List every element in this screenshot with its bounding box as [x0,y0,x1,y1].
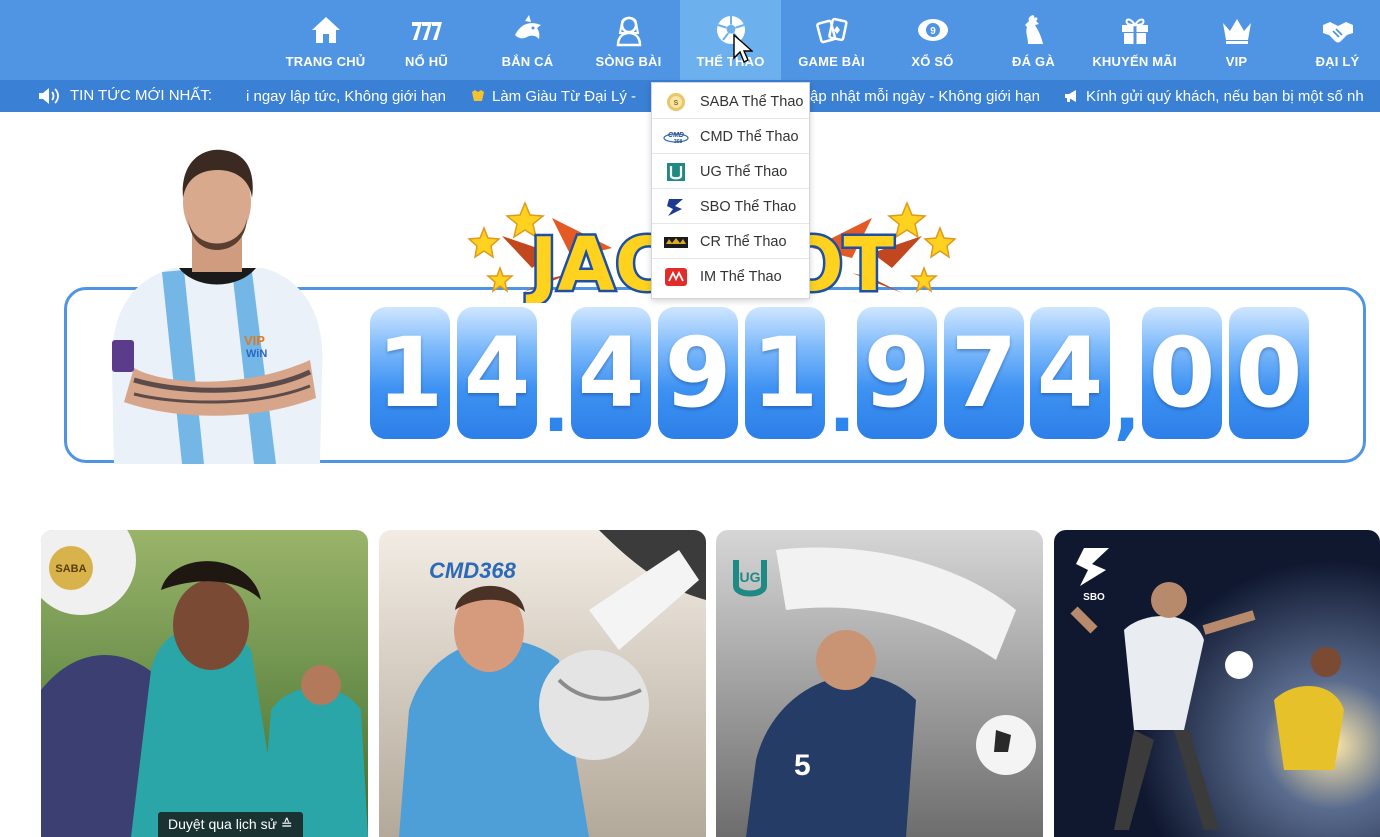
jackpot-separator: , [1113,366,1141,448]
mouse-cursor-icon [733,34,753,63]
dropdown-item-cr[interactable]: CR Thể Thao [652,225,809,259]
nav-label: SÒNG BÀI [595,54,662,69]
news-title: TIN TỨC MỚI NHẤT: [70,87,213,104]
nav-item-ban-ca[interactable]: BẮN CÁ [477,0,578,80]
card-sbo-image: SBO [1054,530,1380,837]
jackpot-digit: 9 [857,307,937,439]
dropdown-item-saba[interactable]: S SABA Thể Thao [652,85,809,119]
app-root: TRANG CHỦ NỔ HŨ BẮN CÁ SÒNG BÀI THỂ THAO… [0,0,1380,837]
nav-label: THỂ THAO [696,54,765,69]
dropdown-item-label: CMD Thể Thao [700,129,799,145]
nav-label: BẮN CÁ [501,54,554,69]
history-tooltip[interactable]: Duyệt qua lịch sử ≙ [158,812,303,837]
saba-logo-icon: S [667,93,685,111]
sports-dropdown-menu: S SABA Thể Thao CMD 368 CMD Thể Thao UG … [651,82,810,299]
ug-logo-icon [667,163,685,181]
jackpot-digit: 4 [571,307,651,439]
dropdown-item-ug[interactable]: UG Thể Thao [652,155,809,189]
nav-label: ĐÁ GÀ [1012,54,1055,69]
jackpot-digit: 9 [658,307,738,439]
card-ug-sports[interactable]: 5 UG [716,530,1043,837]
shark-icon [514,15,541,39]
dropdown-item-label: UG Thể Thao [700,164,788,180]
nav-item-trang-chu[interactable]: TRANG CHỦ [275,0,376,80]
svg-text:CMD: CMD [668,132,684,139]
news-header: TIN TỨC MỚI NHẤT: [0,80,238,112]
nav-label: TRANG CHỦ [285,54,366,69]
jackpot-separator: . [542,366,570,448]
nav-item-dai-ly[interactable]: ĐẠI LÝ [1287,0,1380,80]
card-logo: CMD368 [429,558,517,583]
card-logo: UG [740,569,761,585]
card-sbo-sports[interactable]: SBO [1054,530,1380,837]
jackpot-separator: . [828,366,856,448]
nav-item-da-ga[interactable]: ĐÁ GÀ [983,0,1084,80]
crown-icon [1222,19,1251,44]
jackpot-digit: 1 [745,307,825,439]
svg-text:S: S [674,100,679,107]
nav-label: VIP [1225,54,1248,69]
top-navigation: TRANG CHỦ NỔ HŨ BẮN CÁ SÒNG BÀI THỂ THAO… [0,0,1380,80]
player-photo: VIP WiN [111,149,323,464]
jackpot-digit: 4 [1030,307,1110,439]
card-logo: SBO [1083,592,1105,603]
dropdown-item-label: SBO Thể Thao [700,199,797,215]
rooster-icon [1024,15,1043,44]
dropdown-item-label: SABA Thể Thao [700,94,804,110]
speaker-icon [39,88,59,104]
jackpot-digit: 4 [457,307,537,439]
handshake-icon [1322,22,1353,43]
nav-label: NỔ HŨ [405,54,448,69]
sbo-logo-icon [667,199,683,216]
jackpot-digit: 7 [944,307,1024,439]
nav-item-vip[interactable]: VIP [1186,0,1287,80]
news-item[interactable]: i ngay lập tức, Không giới hạn [246,88,446,105]
dropdown-item-im[interactable]: IM Thể Thao [652,260,809,294]
dropdown-item-cmd[interactable]: CMD 368 CMD Thể Thao [652,120,809,154]
megaphone-icon [1065,90,1076,102]
card-ug-image: 5 UG [716,530,1043,837]
card-logo: SABA [55,563,86,575]
jackpot-digit: 0 [1229,307,1309,439]
dropdown-item-sbo[interactable]: SBO Thể Thao [652,190,809,224]
svg-text:WiN: WiN [246,348,267,360]
news-item[interactable]: ập nhật mỗi ngày - Không giới hạn [810,88,1040,105]
dealer-icon [616,16,641,47]
svg-text:9: 9 [930,26,936,37]
nav-label: ĐẠI LÝ [1315,54,1360,69]
nav-label: XỔ SỐ [911,54,954,69]
jackpot-digit: 0 [1142,307,1222,439]
nav-item-khuyen-mai[interactable]: KHUYẾN MÃI [1084,0,1185,80]
crown-sports-logo-icon [664,237,688,248]
card-cmd-image: CMD368 [379,530,706,837]
news-item[interactable]: Làm Giàu Từ Đại Lý - [492,88,636,105]
slot-777-icon [411,22,442,40]
nav-item-game-bai[interactable]: GAME BÀI [781,0,882,80]
nav-item-no-hu[interactable]: NỔ HŨ [376,0,477,80]
gold-bullet-icon [472,90,484,101]
jackpot-counter: 1 4 . 4 9 1 . 9 7 4 , 0 0 [370,307,1330,448]
playing-cards-icon [815,17,848,44]
nav-item-song-bai[interactable]: SÒNG BÀI [578,0,679,80]
cmd368-logo-icon: CMD 368 [663,132,689,145]
home-icon [311,17,340,43]
lottery-ball-icon: 9 [917,19,948,41]
nav-label: KHUYẾN MÃI [1092,54,1177,69]
nav-label: GAME BÀI [798,54,865,69]
svg-text:5: 5 [794,749,811,782]
card-cmd-sports[interactable]: CMD368 [379,530,706,837]
card-saba-image: SABA [41,530,368,837]
news-item[interactable]: Kính gửi quý khách, nếu bạn bị một số nh [1086,88,1364,105]
nav-item-xo-so[interactable]: 9 XỔ SỐ [882,0,983,80]
gift-icon [1121,18,1148,44]
jackpot-digit: 1 [370,307,450,439]
dropdown-item-label: IM Thể Thao [700,269,782,285]
svg-text:VIP: VIP [244,333,265,348]
nav-item-the-thao[interactable]: THỂ THAO [680,0,781,80]
dropdown-item-label: CR Thể Thao [700,234,787,250]
svg-text:368: 368 [674,139,683,145]
card-saba-sports[interactable]: SABA [41,530,368,837]
im-logo-icon [665,268,687,286]
